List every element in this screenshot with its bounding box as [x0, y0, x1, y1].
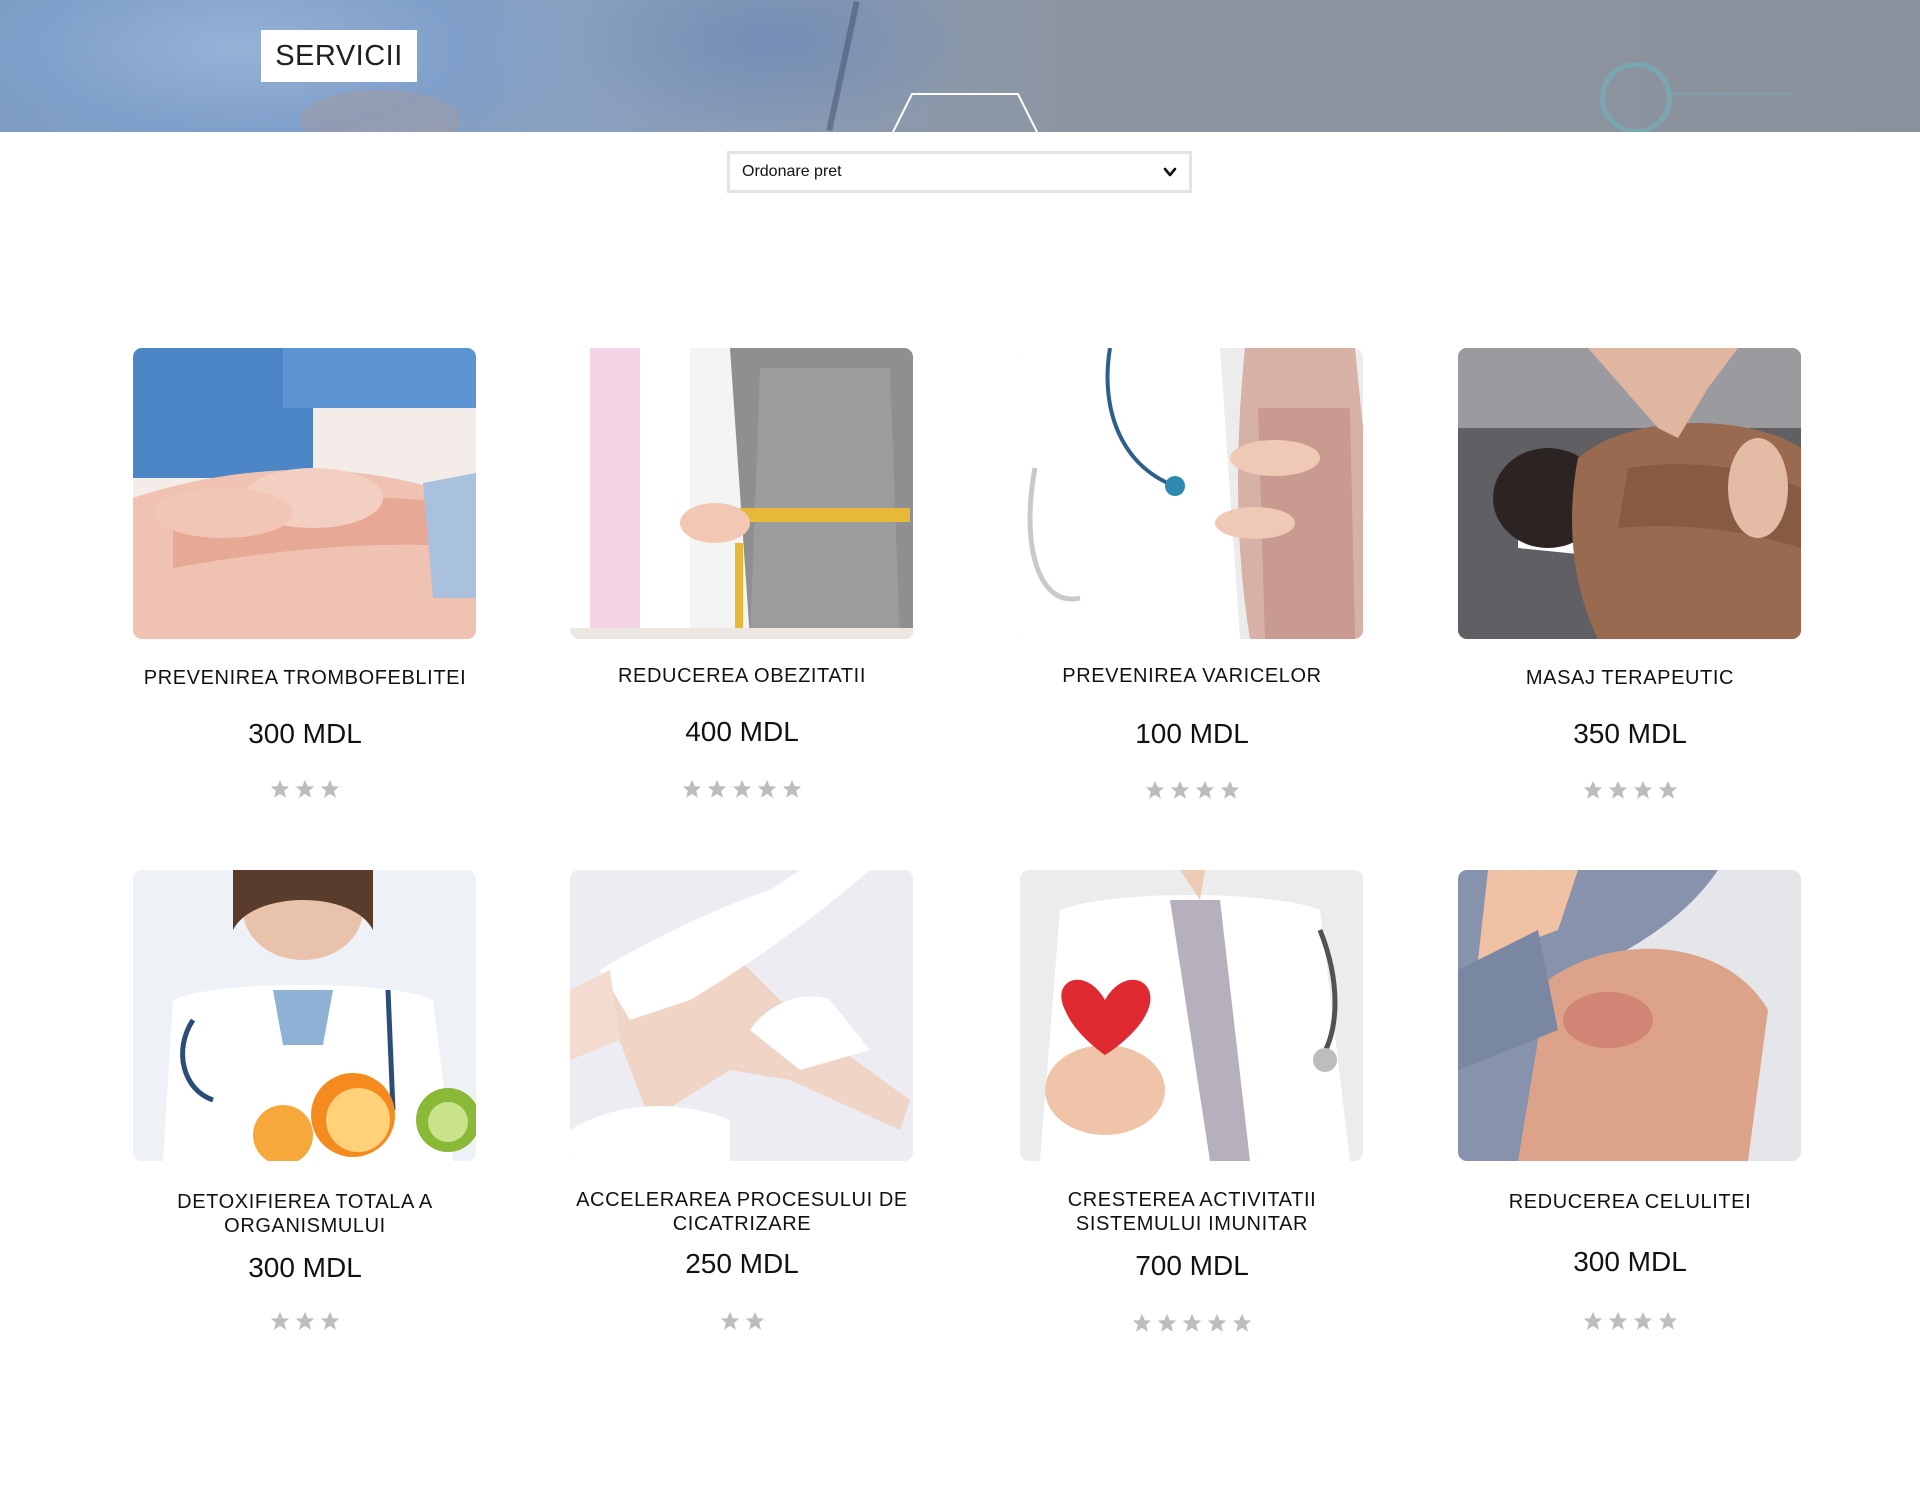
service-title[interactable]: MASAJ TERAPEUTIC	[1420, 666, 1840, 690]
service-title-line: SISTEMULUI IMUNITAR	[1075, 1213, 1309, 1235]
star-icon	[1583, 780, 1602, 799]
service-image-back-massage[interactable]	[1458, 348, 1801, 639]
star-icon	[1182, 1313, 1202, 1332]
service-image-doctor-with-fruits[interactable]	[133, 870, 476, 1161]
service-title[interactable]: ACCELERAREA PROCESULUI DE CICATRIZARE	[532, 1188, 952, 1236]
service-image-knee-massage[interactable]	[133, 348, 476, 639]
hero-decorative-ring	[1600, 62, 1672, 132]
star-icon	[745, 1311, 764, 1330]
service-title-line: CICATRIZARE	[672, 1213, 812, 1235]
star-icon	[1132, 1313, 1152, 1332]
star-icon	[1195, 780, 1214, 799]
star-icon	[732, 779, 752, 798]
star-icon	[1170, 780, 1189, 799]
service-price: 350 MDL	[1573, 718, 1687, 749]
service-price: 300 MDL	[1573, 1246, 1687, 1277]
star-icon	[270, 779, 290, 798]
service-image-arm-skin[interactable]	[1458, 870, 1801, 1161]
star-icon	[720, 1311, 739, 1330]
star-icon	[270, 1311, 290, 1330]
star-icon	[707, 779, 727, 798]
chevron-down-icon	[1163, 167, 1177, 177]
sort-select-value: Ordonare pret	[742, 163, 842, 180]
service-rating	[95, 778, 515, 800]
service-image-doctor-with-heart[interactable]	[1020, 870, 1363, 1161]
star-icon	[1157, 1313, 1177, 1332]
service-title-line: ORGANISMULUI	[224, 1215, 386, 1237]
service-image-leg-examination[interactable]	[1020, 348, 1363, 639]
star-icon	[320, 779, 340, 798]
service-image-bandaged-hand[interactable]	[570, 870, 913, 1161]
star-icon	[1658, 1311, 1677, 1330]
service-rating	[1420, 1310, 1840, 1332]
star-icon	[1608, 1311, 1627, 1330]
service-title[interactable]: PREVENIREA TROMBOFEBLITEI	[95, 666, 515, 690]
service-rating	[1420, 779, 1840, 801]
star-icon	[1207, 1313, 1227, 1332]
service-title[interactable]: PREVENIREA VARICELOR	[982, 664, 1402, 688]
star-icon	[682, 779, 702, 798]
hero-banner: SERVICII	[0, 0, 1920, 132]
service-title[interactable]: CRESTEREA ACTIVITATII SISTEMULUI IMUNITA…	[982, 1188, 1402, 1236]
star-icon	[757, 779, 777, 798]
service-price: 300 MDL	[248, 1252, 362, 1283]
service-title-line: ACCELERAREA PROCESULUI DE	[576, 1189, 908, 1211]
service-rating	[982, 1312, 1402, 1334]
service-price: 700 MDL	[1135, 1250, 1249, 1281]
service-title[interactable]: REDUCEREA OBEZITATII	[532, 664, 952, 688]
hero-decorative-line	[1672, 92, 1792, 95]
service-image-waist-measurement[interactable]	[570, 348, 913, 639]
service-price: 250 MDL	[685, 1248, 799, 1279]
service-rating	[532, 778, 952, 800]
service-rating	[532, 1310, 952, 1332]
service-price: 400 MDL	[685, 716, 799, 747]
star-icon	[782, 779, 802, 798]
star-icon	[1145, 780, 1164, 799]
service-price: 300 MDL	[248, 718, 362, 749]
service-rating	[982, 779, 1402, 801]
page-title: SERVICII	[261, 30, 417, 82]
hero-decorative-outline	[891, 93, 1039, 132]
star-icon	[1232, 1313, 1252, 1332]
service-price: 100 MDL	[1135, 718, 1249, 749]
star-icon	[1633, 780, 1652, 799]
star-icon	[320, 1311, 340, 1330]
star-icon	[1583, 1311, 1602, 1330]
service-rating	[95, 1310, 515, 1332]
star-icon	[1608, 780, 1627, 799]
service-title[interactable]: REDUCEREA CELULITEI	[1420, 1190, 1840, 1214]
service-title-line: DETOXIFIEREA TOTALA A	[177, 1191, 433, 1213]
service-title[interactable]: DETOXIFIEREA TOTALA A ORGANISMULUI	[95, 1190, 515, 1238]
star-icon	[295, 779, 315, 798]
star-icon	[295, 1311, 315, 1330]
star-icon	[1220, 780, 1239, 799]
service-title-line: CRESTEREA ACTIVITATII	[1067, 1189, 1317, 1211]
star-icon	[1633, 1311, 1652, 1330]
star-icon	[1658, 780, 1677, 799]
sort-select[interactable]: Ordonare pret	[727, 151, 1192, 193]
